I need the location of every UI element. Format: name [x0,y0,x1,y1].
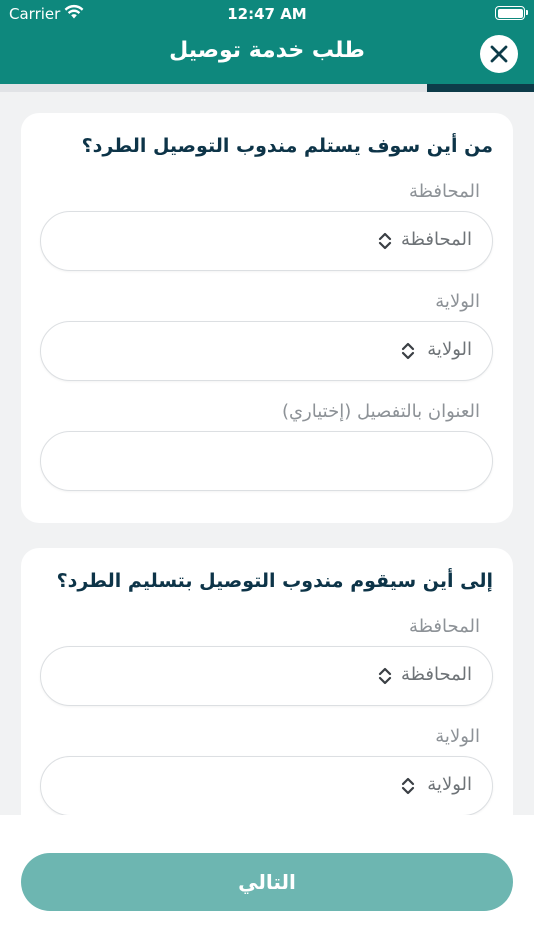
step-progress-fill [427,84,534,92]
delivery-title: إلى أين سيقوم مندوب التوصيل بتسليم الطرد… [56,570,493,592]
status-time: 12:47 AM [227,5,307,23]
delivery-state-label: الولاية [435,726,480,747]
pickup-governorate-label: المحافظة [408,181,480,202]
chevron-up-down-icon [378,667,392,685]
delivery-governorate-label: المحافظة [408,616,480,637]
next-button[interactable]: التالي [21,853,513,911]
delivery-governorate-select[interactable]: المحافظة [40,646,493,706]
chevron-up-down-icon [378,232,392,250]
pickup-card: من أين سوف يستلم مندوب التوصيل الطرد؟ ال… [21,113,513,523]
pickup-state-select[interactable]: الولاية [40,321,493,381]
pickup-address-input[interactable] [40,431,493,491]
chevron-up-down-icon [401,777,415,795]
pickup-state-value: الولاية [427,339,472,360]
delivery-governorate-value: المحافظة [400,664,472,685]
pickup-title: من أين سوف يستلم مندوب التوصيل الطرد؟ [81,135,493,157]
status-bar: Carrier 12:47 AM [0,0,534,28]
pickup-governorate-select[interactable]: المحافظة [40,211,493,271]
battery-icon [495,6,528,20]
close-button[interactable] [480,35,518,73]
pickup-address-label: العنوان بالتفصيل (إختياري) [281,401,480,422]
chevron-up-down-icon [401,342,415,360]
navigation-bar: Carrier 12:47 AM طلب خدمة توصيل [0,0,534,84]
footer-panel: التالي [0,815,534,950]
delivery-card: إلى أين سيقوم مندوب التوصيل بتسليم الطرد… [21,548,513,848]
close-icon [490,45,508,63]
delivery-state-select[interactable]: الولاية [40,756,493,816]
delivery-state-value: الولاية [427,774,472,795]
step-progress-bar [0,84,534,92]
page-title: طلب خدمة توصيل [169,38,365,63]
pickup-governorate-value: المحافظة [400,229,472,250]
pickup-state-label: الولاية [435,291,480,312]
